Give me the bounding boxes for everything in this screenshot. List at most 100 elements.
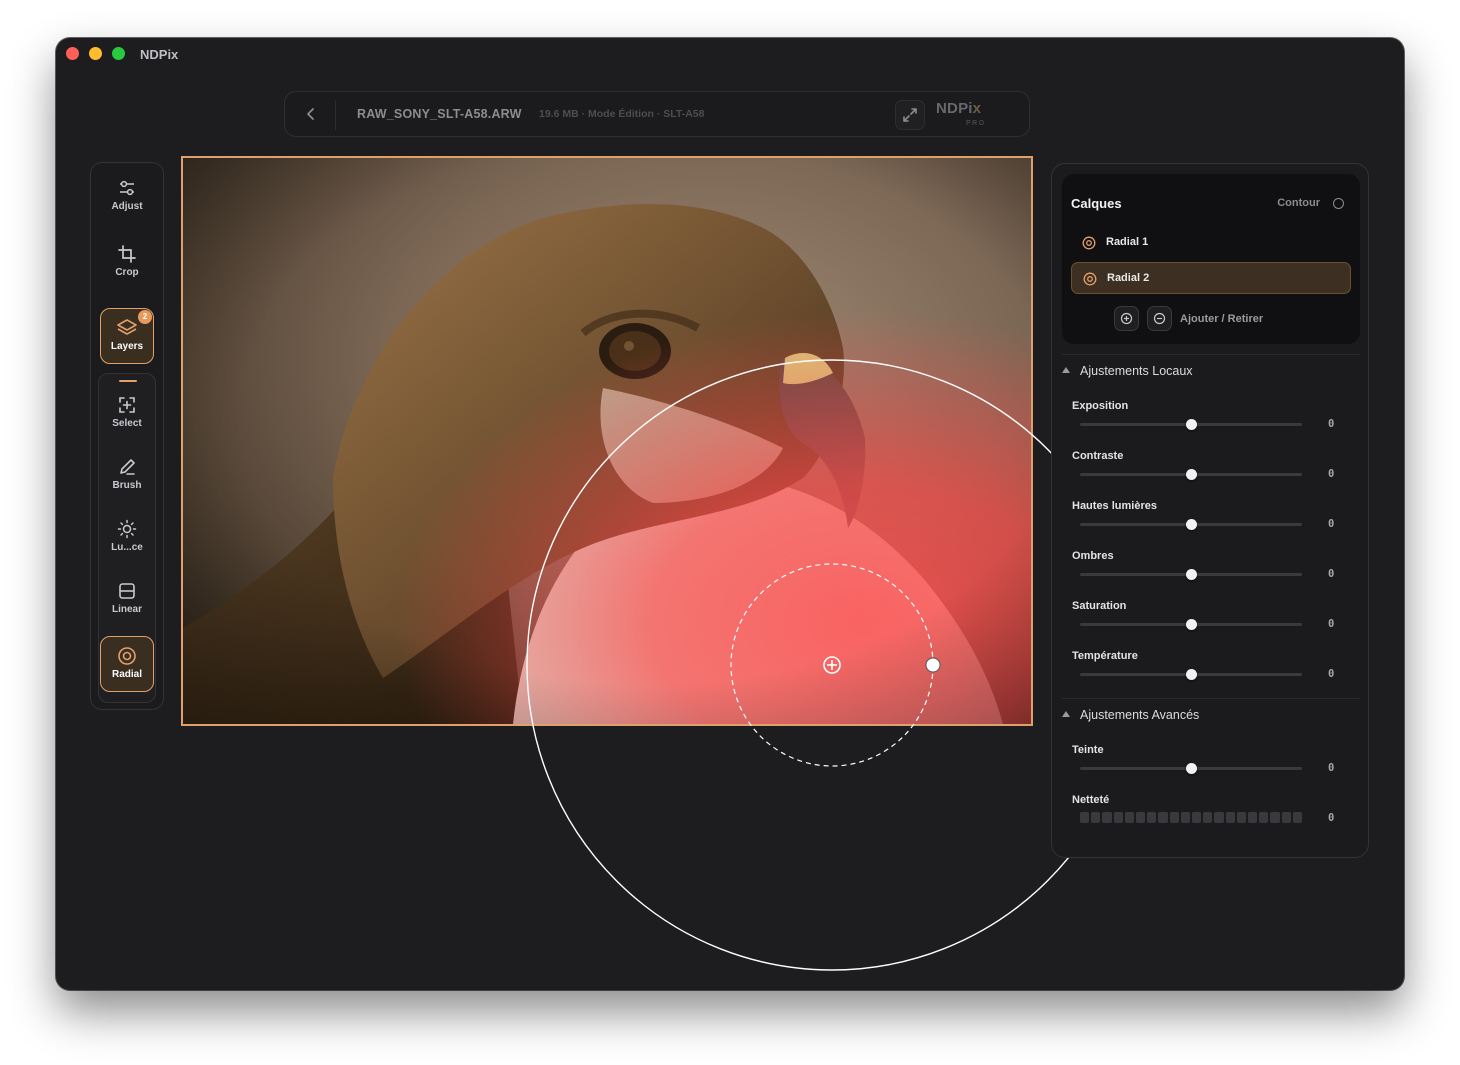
tool-luminance[interactable]: Lu...ce (100, 510, 154, 566)
properties-panel: Calques Contour Radial 1 Radial 2 Ajoute… (1051, 163, 1369, 858)
tool-label: Layers (110, 341, 144, 352)
slider-label: Saturation (1072, 600, 1127, 612)
tool-crop[interactable]: Crop (100, 235, 154, 291)
hawk-photo (183, 158, 1031, 724)
slider-value: 0 (1328, 518, 1335, 530)
slider-knob[interactable] (1185, 763, 1197, 774)
slider-hautes-lumieres: Hautes lumières 0 (1072, 500, 1352, 544)
slider-knob[interactable] (1185, 519, 1197, 530)
slider-contraste: Contraste 0 (1072, 450, 1352, 494)
slider-exposition: Exposition 0 (1072, 400, 1352, 444)
sliders-icon (120, 180, 134, 196)
add-layer-button[interactable] (1114, 306, 1139, 331)
slider-saturation: Saturation 0 (1072, 600, 1352, 644)
layer-count-badge: 2 (138, 310, 152, 324)
layer-name: Radial 2 (1107, 272, 1150, 284)
tool-label: Lu...ce (111, 542, 143, 553)
brush-icon (120, 459, 135, 475)
photo-canvas[interactable] (181, 156, 1033, 726)
section-title: Ajustements Locaux (1080, 364, 1193, 378)
local-adjustments-header[interactable]: Ajustements Locaux (1062, 364, 1193, 378)
tool-radial[interactable]: Radial (100, 636, 154, 692)
layers-title: Calques (1071, 196, 1122, 211)
slider-value: 0 (1328, 762, 1335, 774)
slider-label: Netteté (1072, 794, 1110, 806)
expand-icon (903, 108, 917, 122)
slider-knob[interactable] (1185, 419, 1197, 430)
group-handle[interactable] (119, 380, 137, 382)
slider-value: 0 (1328, 568, 1335, 580)
tool-select[interactable]: Select (100, 386, 154, 442)
file-name: RAW_SONY_SLT-A58.ARW (357, 107, 522, 121)
linear-gradient-icon (119, 583, 135, 599)
slider-value: 0 (1328, 468, 1335, 480)
mask-tool-group: Select Brush Lu...ce Linear Radial (98, 373, 156, 703)
tool-label: Adjust (111, 201, 143, 212)
slider-value: 0 (1328, 812, 1335, 824)
slider-temperature: Température 0 (1072, 650, 1352, 694)
slider-ombres: Ombres 0 (1072, 550, 1352, 594)
file-meta: 19.6 MB · Mode Édition · SLT-A58 (539, 108, 705, 120)
fullscreen-button[interactable] (895, 100, 925, 130)
slider-value: 0 (1328, 418, 1335, 430)
tool-adjust[interactable]: Adjust (100, 169, 154, 225)
app-window: NDPix RAW_SONY_SLT-A58.ARW 19.6 MB · Mod… (56, 38, 1404, 990)
tool-label: Select (112, 418, 142, 429)
slider-label: Teinte (1072, 744, 1104, 756)
sun-icon (117, 519, 137, 539)
layers-card: Calques Contour Radial 1 Radial 2 Ajoute… (1062, 174, 1360, 344)
minus-circle-icon (1153, 312, 1166, 325)
radial-gradient-icon (118, 647, 136, 665)
select-icon (119, 397, 135, 413)
slider-label: Hautes lumières (1072, 500, 1157, 512)
radial-layer-icon (1082, 236, 1096, 250)
section-title: Ajustements Avancés (1080, 708, 1200, 722)
slider-knob[interactable] (1185, 619, 1197, 630)
remove-layer-button[interactable] (1147, 306, 1172, 331)
close-window-button[interactable] (66, 47, 79, 60)
slider-teinte: Teinte 0 (1072, 744, 1352, 788)
logo-subtitle: PRO (966, 120, 986, 127)
zoom-window-button[interactable] (112, 47, 125, 60)
slider-label: Ombres (1072, 550, 1114, 562)
slider-knob[interactable] (1185, 469, 1197, 480)
add-remove-label: Ajouter / Retirer (1180, 313, 1264, 325)
slider-label: Température (1072, 650, 1138, 662)
slider-knob[interactable] (1185, 569, 1197, 580)
layer-name: Radial 1 (1106, 236, 1149, 248)
app-title: NDPix (140, 47, 179, 62)
slider-value: 0 (1328, 618, 1335, 630)
tool-brush[interactable]: Brush (100, 448, 154, 504)
tool-layers[interactable]: Layers 2 (100, 308, 154, 364)
collapse-triangle-icon (1062, 367, 1070, 373)
brand-logo: NDPix (936, 100, 981, 117)
layer-item[interactable]: Radial 1 (1071, 227, 1351, 259)
slider-nettete: Netteté 0 (1072, 794, 1352, 838)
segmented-slider[interactable] (1080, 812, 1303, 823)
radial-layer-icon (1083, 272, 1097, 286)
layers-icon (117, 319, 137, 335)
collapse-triangle-icon (1062, 711, 1070, 717)
slider-value: 0 (1328, 668, 1335, 680)
slider-knob[interactable] (1185, 669, 1197, 680)
back-button[interactable] (301, 104, 321, 124)
tool-label: Linear (111, 604, 142, 615)
tool-label: Brush (112, 480, 142, 491)
divider (1062, 354, 1360, 355)
crop-icon (118, 245, 136, 263)
minimize-window-button[interactable] (89, 47, 102, 60)
plus-circle-icon (1120, 312, 1133, 325)
slider-label: Exposition (1072, 400, 1129, 412)
tool-label: Radial (111, 669, 142, 680)
logo-text: NDPi (936, 100, 973, 117)
tool-linear[interactable]: Linear (100, 572, 154, 628)
contour-label: Contour (1277, 197, 1320, 209)
divider (335, 100, 336, 130)
layer-item-selected[interactable]: Radial 2 (1071, 262, 1351, 294)
tool-sidebar: Adjust Crop Layers 2 Select Brush Lu...c… (90, 162, 164, 710)
divider (1062, 698, 1360, 699)
logo-accent: x (972, 100, 982, 117)
contour-toggle[interactable] (1333, 198, 1344, 209)
advanced-adjustments-header[interactable]: Ajustements Avancés (1062, 708, 1199, 722)
tool-label: Crop (115, 267, 139, 278)
